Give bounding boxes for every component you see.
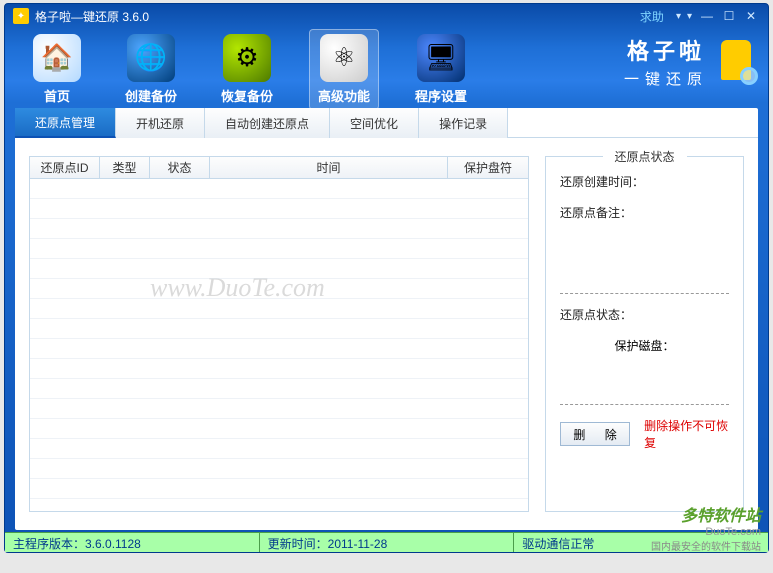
table-row: [30, 219, 528, 239]
minimize-button[interactable]: —: [698, 9, 716, 23]
nav-label: 程序设置: [415, 86, 467, 105]
delete-button[interactable]: 删 除: [560, 422, 630, 446]
created-time-label: 还原创建时间：: [560, 173, 729, 190]
dropdown-icon[interactable]: ▾: [676, 11, 681, 22]
brand-name: 格子啦: [624, 34, 708, 66]
titlebar: ✦ 格子啦—键还原 3.6.0 求助 ▾ ▾ — ☐ ✕: [5, 4, 768, 28]
tab-space-optimize[interactable]: 空间优化: [330, 108, 419, 138]
table-row: [30, 419, 528, 439]
watermark-logo: 多特软件站: [651, 502, 761, 526]
col-time[interactable]: 时间: [210, 157, 448, 178]
tab-boot-restore[interactable]: 开机还原: [116, 108, 205, 138]
table-row: [30, 399, 528, 419]
table-row: [30, 299, 528, 319]
restore-point-table: 还原点ID 类型 状态 时间 保护盘符: [29, 156, 529, 512]
watermark-slogan: 国内最安全的软件下载站: [651, 538, 761, 553]
table-row: [30, 279, 528, 299]
tab-restore-point-manage[interactable]: 还原点管理: [15, 108, 116, 138]
close-button[interactable]: ✕: [742, 9, 760, 23]
maximize-button[interactable]: ☐: [720, 9, 738, 23]
nav-label: 首页: [44, 86, 70, 105]
table-body[interactable]: [30, 179, 528, 511]
col-id[interactable]: 还原点ID: [30, 157, 100, 178]
state-label: 还原点状态：: [560, 306, 729, 323]
nav-label: 恢复备份: [221, 86, 273, 105]
brand: 格子啦 一键还原: [624, 34, 708, 89]
tab-operation-log[interactable]: 操作记录: [419, 108, 508, 138]
globe-refresh-icon: 🌐: [127, 34, 175, 82]
window-title: 格子啦—键还原 3.6.0: [35, 8, 149, 25]
table-row: [30, 459, 528, 479]
remark-label: 还原点备注：: [560, 204, 729, 221]
mascot-icon: [716, 32, 756, 87]
divider: [560, 404, 729, 405]
subtabs: 还原点管理 开机还原 自动创建还原点 空间优化 操作记录: [15, 108, 758, 138]
status-version: 主程序版本：3.6.0.1128: [5, 533, 260, 552]
nav-create-backup[interactable]: 🌐 创建备份: [117, 30, 185, 109]
menu-icon[interactable]: ▾: [687, 11, 692, 22]
monitor-icon: 🖥: [417, 34, 465, 82]
brand-sub: 一键还原: [624, 68, 708, 89]
app-window: ✦ 格子啦—键还原 3.6.0 求助 ▾ ▾ — ☐ ✕ 🏠 首页 🌐 创建备份…: [4, 3, 769, 553]
status-updated: 更新时间：2011-11-28: [260, 533, 515, 552]
table-row: [30, 239, 528, 259]
table-row: [30, 439, 528, 459]
nav-restore-backup[interactable]: ⚙ 恢复备份: [213, 30, 281, 109]
protect-disk-label: 保护磁盘：: [614, 339, 674, 353]
col-state[interactable]: 状态: [150, 157, 210, 178]
nav-label: 创建备份: [125, 86, 177, 105]
help-link[interactable]: 求助: [640, 8, 664, 25]
panel-legend: 还原点状态: [602, 148, 686, 165]
table-row: [30, 379, 528, 399]
table-row: [30, 199, 528, 219]
home-icon: 🏠: [33, 34, 81, 82]
table-row: [30, 479, 528, 499]
table-row: [30, 339, 528, 359]
col-type[interactable]: 类型: [100, 157, 150, 178]
table-row: [30, 319, 528, 339]
col-disk[interactable]: 保护盘符: [448, 157, 528, 178]
nav-home[interactable]: 🏠 首页: [25, 30, 89, 109]
delete-warning: 删除操作不可恢复: [644, 417, 729, 451]
table-row: [30, 359, 528, 379]
gear-icon: ⚙: [223, 34, 271, 82]
nav-label: 高级功能: [318, 86, 370, 105]
restore-point-status-panel: 还原点状态 还原创建时间： 还原点备注： 还原点状态： 保护磁盘： 删 除 删除…: [545, 156, 744, 512]
content-area: 还原点管理 开机还原 自动创建还原点 空间优化 操作记录 还原点ID 类型 状态…: [15, 108, 758, 530]
tab-auto-create[interactable]: 自动创建还原点: [205, 108, 330, 138]
nav-settings[interactable]: 🖥 程序设置: [407, 30, 475, 109]
molecule-icon: ⚛: [320, 34, 368, 82]
nav-advanced[interactable]: ⚛ 高级功能: [309, 29, 379, 110]
watermark-corner: 多特软件站 DuoTe.com 国内最安全的软件下载站: [651, 502, 761, 553]
table-row: [30, 259, 528, 279]
watermark-domain: DuoTe.com: [651, 526, 761, 538]
table-row: [30, 179, 528, 199]
app-icon: ✦: [13, 8, 29, 24]
divider: [560, 293, 729, 294]
